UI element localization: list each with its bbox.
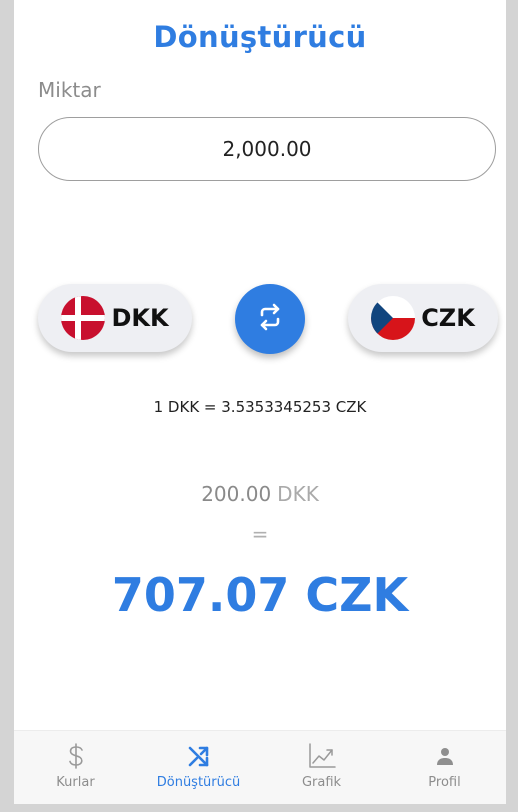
denmark-flag-icon [61,296,106,340]
source-amount: 200.00 [201,482,272,506]
equals-sign: = [251,522,269,546]
czech-flag-icon [371,296,416,340]
exchange-rate-text: 1 DKK = 3.5353345253 CZK [153,398,367,416]
dollar-icon [64,741,88,771]
bottom-tab-bar: Kurlar Dönüştürücü Grafik Profil [14,730,506,805]
tab-profil[interactable]: Profil [383,731,506,805]
swap-arrows-icon [253,300,287,339]
conversion-result: 707.07 CZK [111,568,409,622]
chart-icon [307,741,337,771]
from-currency-button[interactable]: DKK [38,284,192,352]
amount-label: Miktar [38,78,101,102]
conversion-source: 200.00 DKK [14,482,506,506]
person-icon [435,741,455,771]
tab-label-profil: Profil [428,775,461,790]
tab-label-donusturucu: Dönüştürücü [156,775,241,790]
amount-input[interactable] [38,117,496,181]
swap-currencies-button[interactable] [235,284,305,354]
tab-label-grafik: Grafik [301,775,342,790]
from-currency-code: DKK [111,304,169,332]
shuffle-icon [186,741,212,771]
tab-label-kurlar: Kurlar [56,775,95,790]
source-code: DKK [277,482,319,506]
page-title: Dönüştürücü [153,20,367,54]
screen-bottom-edge [0,804,518,812]
tab-grafik[interactable]: Grafik [260,731,383,805]
tab-kurlar[interactable]: Kurlar [14,731,137,805]
to-currency-code: CZK [421,304,475,332]
tab-donusturucu[interactable]: Dönüştürücü [137,731,260,805]
converter-screen: Dönüştürücü Miktar DKK [14,0,506,812]
to-currency-button[interactable]: CZK [348,284,498,352]
